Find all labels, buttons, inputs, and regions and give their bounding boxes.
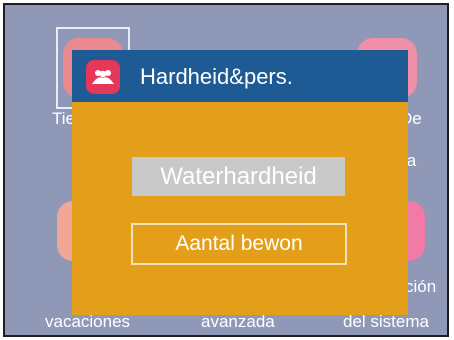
app-label-cion: ción xyxy=(405,277,437,296)
option-aantal-bewoners-label: Aantal bewon xyxy=(175,232,303,255)
app-label-avanzada: avanzada xyxy=(201,312,275,331)
option-aantal-bewoners[interactable]: Aantal bewon xyxy=(131,223,347,265)
app-label-vacaciones: vacaciones xyxy=(45,312,131,331)
people-icon xyxy=(86,60,120,94)
settings-dialog: Hardheid&pers. Waterhardheid Aantal bewo… xyxy=(72,50,408,315)
app-label-del-sistema: del sistema xyxy=(343,312,429,331)
device-screen: Tie De la ción vacaciones avanzada del s… xyxy=(3,3,449,337)
option-waterhardheid[interactable]: Waterhardheid xyxy=(132,157,345,196)
dialog-header: Hardheid&pers. xyxy=(72,50,408,102)
dialog-title: Hardheid&pers. xyxy=(140,64,293,89)
option-waterhardheid-label: Waterhardheid xyxy=(160,162,317,190)
